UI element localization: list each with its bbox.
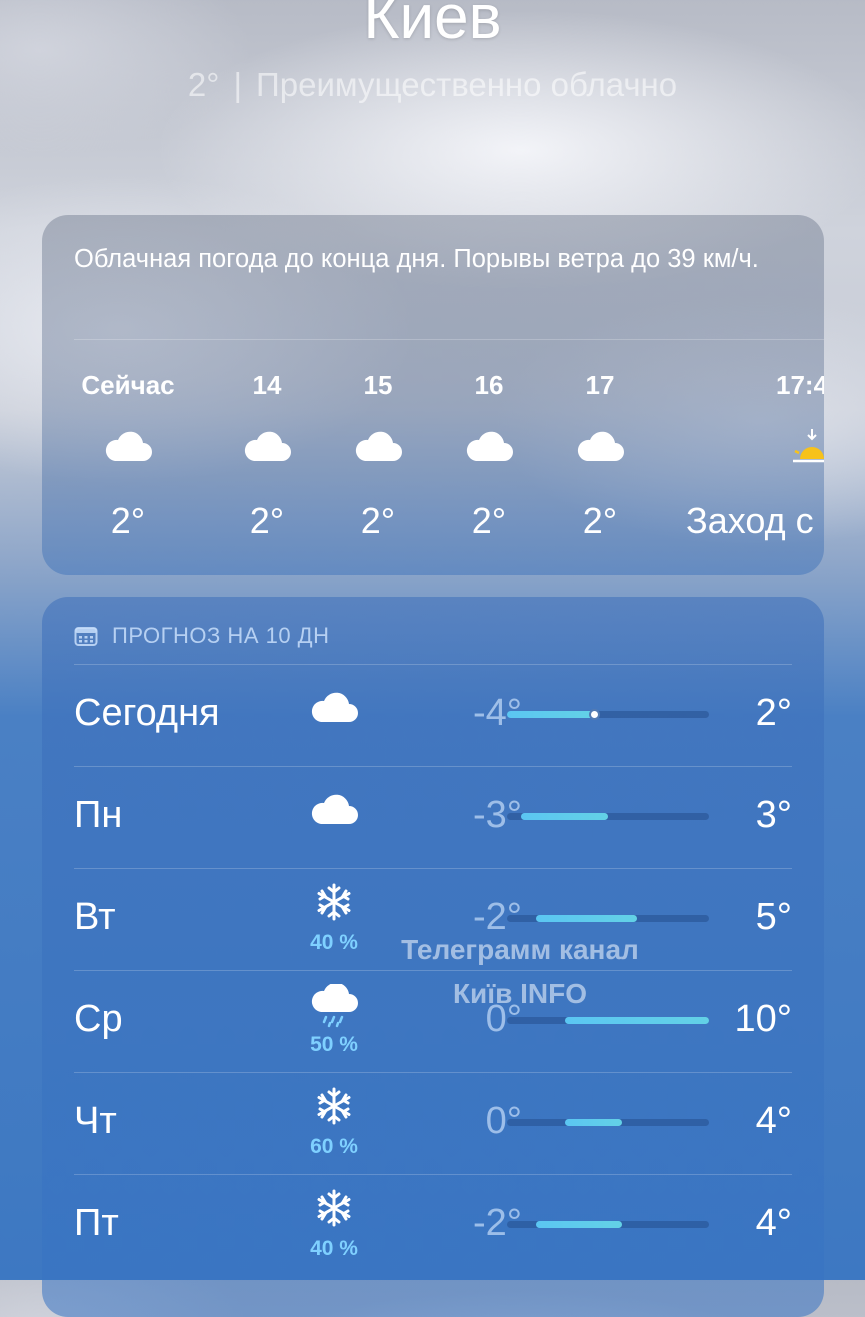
high-temp: 2° <box>755 692 792 734</box>
hourly-forecast-card[interactable]: Облачная погода до конца дня. Порывы вет… <box>42 215 824 575</box>
day-label: Ср <box>74 998 123 1040</box>
hour-temp: 2° <box>471 500 507 541</box>
forecast-row[interactable]: Пн -3° 3° <box>74 766 792 868</box>
divider <box>74 339 824 340</box>
day-label: Пн <box>74 794 123 836</box>
temp-range-bar <box>507 813 709 820</box>
cloud-icon <box>304 790 364 831</box>
weather-summary: Облачная погода до конца дня. Порывы вет… <box>74 245 759 273</box>
cloud-icon <box>464 427 514 468</box>
high-temp: 3° <box>755 794 792 836</box>
cloud-icon <box>103 427 153 468</box>
temp-range-fill <box>535 915 637 922</box>
hour-temp: 2° <box>110 500 146 541</box>
temp-range-fill <box>535 1221 623 1228</box>
day-label: Вт <box>74 896 116 938</box>
snowflake-icon <box>304 882 364 927</box>
hour-temp: 2° <box>360 500 396 541</box>
temp-range-fill <box>507 711 594 718</box>
row-divider <box>74 766 792 767</box>
high-temp: 10° <box>734 998 792 1040</box>
current-conditions: 2° | Преимущественно облачно <box>0 66 865 104</box>
hour-temp: 2° <box>249 500 285 541</box>
row-divider <box>74 1072 792 1073</box>
cloud-icon <box>575 427 625 468</box>
temp-range-bar <box>507 915 709 922</box>
snowflake-icon <box>304 1086 364 1131</box>
row-divider <box>74 664 792 665</box>
day-label: Пт <box>74 1202 119 1244</box>
hour-label: Сейчас <box>81 370 175 400</box>
precip-chance: 40 % <box>310 1237 358 1260</box>
ten-day-title: ПРОГНОЗ НА 10 ДН <box>112 623 330 648</box>
current-temp-dot <box>588 709 600 720</box>
hour-label: 17:4 <box>776 370 824 400</box>
condition-text: Преимущественно облачно <box>256 66 678 103</box>
hour-label: 14 <box>252 370 282 400</box>
high-temp: 5° <box>755 896 792 938</box>
forecast-row[interactable]: Пт 40 % -2° 4° <box>74 1174 792 1276</box>
high-temp: 4° <box>755 1100 792 1142</box>
temp-range-bar <box>507 709 709 720</box>
row-divider <box>74 868 792 869</box>
hour-label: 17 <box>585 370 615 400</box>
temp-range-bar <box>507 1017 709 1024</box>
cloud-icon <box>353 427 403 468</box>
hour-label: 15 <box>363 370 393 400</box>
watermark-line-2: Київ INFO <box>452 978 588 1009</box>
precip-chance: 60 % <box>310 1135 358 1158</box>
current-temp: 2° <box>187 66 220 103</box>
calendar-icon <box>74 627 98 646</box>
forecast-row[interactable]: Чт 60 % 0° 4° <box>74 1072 792 1174</box>
hour-label: 16 <box>474 370 504 400</box>
precip-chance: 50 % <box>310 1033 358 1056</box>
temp-range-bar <box>507 1221 709 1228</box>
watermark-line-1: Телеграмм канал <box>401 934 639 965</box>
temp-range-fill <box>521 813 608 820</box>
temp-range-fill <box>564 1119 623 1126</box>
separator: | <box>233 66 243 103</box>
sunset-icon <box>791 427 824 472</box>
city-name: Киев <box>363 0 502 52</box>
day-label: Сегодня <box>74 692 220 734</box>
cloud-icon <box>242 427 292 468</box>
high-temp: 4° <box>755 1202 792 1244</box>
row-divider <box>74 1174 792 1175</box>
day-label: Чт <box>74 1100 117 1142</box>
forecast-row[interactable]: Сегодня -4° 2° <box>74 664 792 766</box>
hour-temp: 2° <box>582 500 618 541</box>
ten-day-header: ПРОГНОЗ НА 10 ДН <box>74 623 329 649</box>
temp-range-bar <box>507 1119 709 1126</box>
sunset-label: Заход с <box>686 500 814 541</box>
snowflake-icon <box>304 1188 364 1233</box>
cloud-icon <box>304 688 364 729</box>
watermark: Телеграмм канал Київ INFO <box>300 928 740 1016</box>
temp-range-fill <box>564 1017 709 1024</box>
